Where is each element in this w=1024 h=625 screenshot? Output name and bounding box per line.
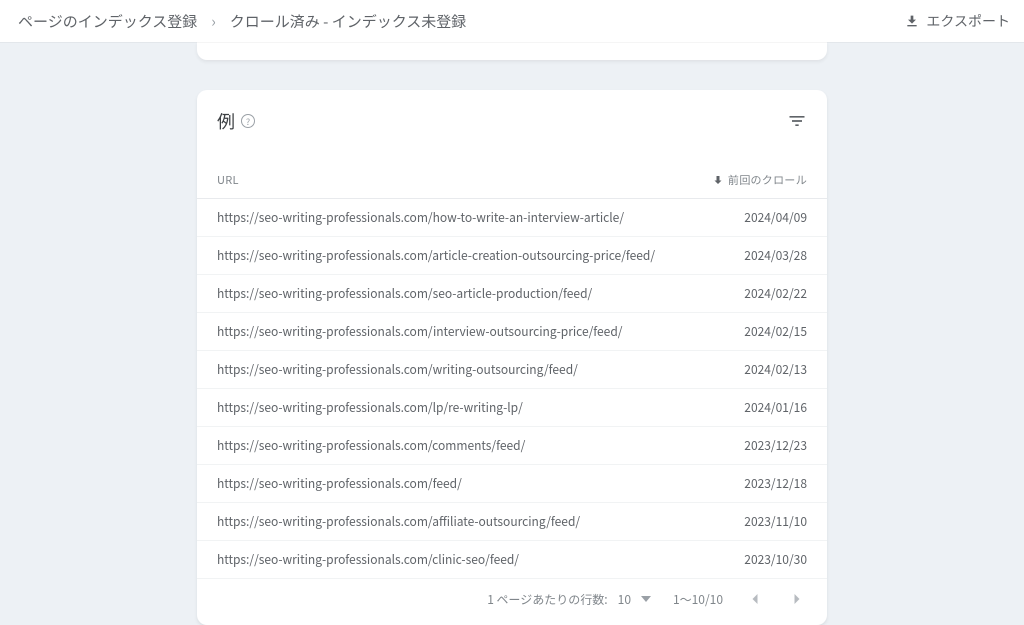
examples-card: 例 ? URL 前回のクロール https://seo-writing-prof… xyxy=(197,90,827,625)
column-last-crawl[interactable]: 前回のクロール xyxy=(697,172,807,188)
export-button[interactable]: エクスポート xyxy=(904,11,1010,31)
cell-date: 2024/03/28 xyxy=(697,247,807,264)
cell-url: https://seo-writing-professionals.com/wr… xyxy=(217,361,697,378)
table-row[interactable]: https://seo-writing-professionals.com/lp… xyxy=(197,389,827,427)
dropdown-triangle-icon xyxy=(641,594,651,604)
cell-date: 2023/12/23 xyxy=(697,437,807,454)
cell-url: https://seo-writing-professionals.com/fe… xyxy=(217,475,697,492)
table-row[interactable]: https://seo-writing-professionals.com/af… xyxy=(197,503,827,541)
topbar: ページのインデックス登録 › クロール済み - インデックス未登録 エクスポート xyxy=(0,0,1024,42)
card-header: 例 ? xyxy=(197,108,827,148)
cell-date: 2024/02/15 xyxy=(697,323,807,340)
table-row[interactable]: https://seo-writing-professionals.com/se… xyxy=(197,275,827,313)
cell-date: 2023/12/18 xyxy=(697,475,807,492)
cell-url: https://seo-writing-professionals.com/af… xyxy=(217,513,697,530)
card-title-text: 例 xyxy=(217,108,235,134)
filter-icon[interactable] xyxy=(787,111,807,131)
breadcrumb-current: クロール済み - インデックス未登録 xyxy=(230,11,466,32)
pager-range: 1～10/10 xyxy=(673,591,723,608)
table-header: URL 前回のクロール xyxy=(197,148,827,199)
cell-url: https://seo-writing-professionals.com/lp… xyxy=(217,399,697,416)
page-canvas: 例 ? URL 前回のクロール https://seo-writing-prof… xyxy=(0,42,1024,625)
cell-url: https://seo-writing-professionals.com/ar… xyxy=(217,247,697,264)
pager-prev-icon[interactable] xyxy=(745,589,765,609)
cell-date: 2023/10/30 xyxy=(697,551,807,568)
table-row[interactable]: https://seo-writing-professionals.com/fe… xyxy=(197,465,827,503)
cell-url: https://seo-writing-professionals.com/se… xyxy=(217,285,697,302)
card-title: 例 ? xyxy=(217,108,255,134)
cell-date: 2024/01/16 xyxy=(697,399,807,416)
sort-desc-icon xyxy=(712,174,724,186)
breadcrumb: ページのインデックス登録 › クロール済み - インデックス未登録 xyxy=(18,11,466,32)
table-body: https://seo-writing-professionals.com/ho… xyxy=(197,199,827,579)
column-last-crawl-label: 前回のクロール xyxy=(728,172,807,188)
pager-next-icon[interactable] xyxy=(787,589,807,609)
rows-per-page-value: 10 xyxy=(618,591,631,608)
cell-date: 2024/02/13 xyxy=(697,361,807,378)
table-row[interactable]: https://seo-writing-professionals.com/ar… xyxy=(197,237,827,275)
table-row[interactable]: https://seo-writing-professionals.com/co… xyxy=(197,427,827,465)
chevron-right-icon: › xyxy=(211,11,216,32)
rows-per-page[interactable]: 1 ページあたりの行数: 10 xyxy=(487,591,651,608)
export-label: エクスポート xyxy=(926,11,1010,31)
breadcrumb-root[interactable]: ページのインデックス登録 xyxy=(18,11,197,32)
cell-date: 2024/04/09 xyxy=(697,209,807,226)
table-row[interactable]: https://seo-writing-professionals.com/wr… xyxy=(197,351,827,389)
previous-card-sliver xyxy=(197,42,827,60)
table-row[interactable]: https://seo-writing-professionals.com/ho… xyxy=(197,199,827,237)
cell-date: 2023/11/10 xyxy=(697,513,807,530)
help-icon[interactable]: ? xyxy=(241,114,255,128)
cell-date: 2024/02/22 xyxy=(697,285,807,302)
cell-url: https://seo-writing-professionals.com/cl… xyxy=(217,551,697,568)
download-icon xyxy=(904,13,920,29)
rows-per-page-label: 1 ページあたりの行数: xyxy=(487,591,607,608)
table-row[interactable]: https://seo-writing-professionals.com/in… xyxy=(197,313,827,351)
column-url[interactable]: URL xyxy=(217,172,697,188)
cell-url: https://seo-writing-professionals.com/in… xyxy=(217,323,697,340)
cell-url: https://seo-writing-professionals.com/co… xyxy=(217,437,697,454)
pager: 1 ページあたりの行数: 10 1～10/10 xyxy=(197,579,827,625)
cell-url: https://seo-writing-professionals.com/ho… xyxy=(217,209,697,226)
table-row[interactable]: https://seo-writing-professionals.com/cl… xyxy=(197,541,827,579)
